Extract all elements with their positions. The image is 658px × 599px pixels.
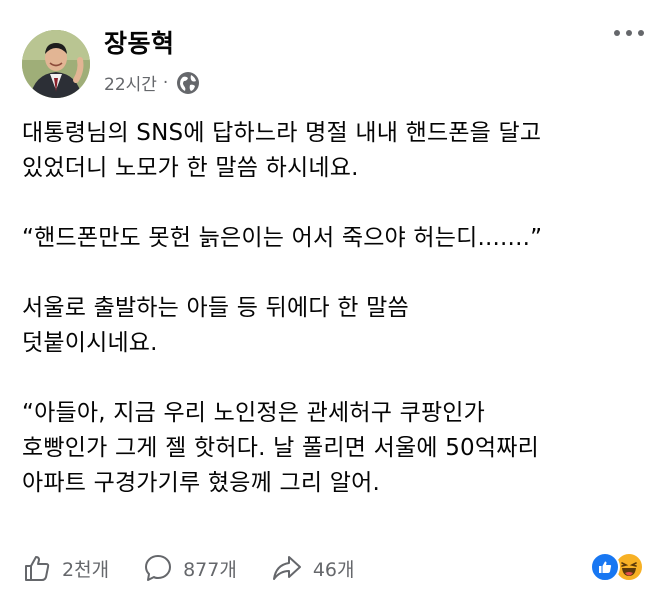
post-header: 장동혁 22시간 · bbox=[22, 14, 644, 98]
like-count: 2천개 bbox=[62, 558, 110, 581]
text-line: 아파트 구경가기루 혔응께 그리 알어. bbox=[22, 470, 380, 496]
comment-icon bbox=[145, 555, 172, 581]
author-name[interactable]: 장동혁 bbox=[104, 24, 175, 60]
like-button[interactable]: 2천개 bbox=[22, 553, 109, 583]
like-icon bbox=[590, 552, 620, 582]
avatar-photo bbox=[22, 30, 90, 98]
comment-count: 877개 bbox=[183, 558, 237, 581]
share-count: 46개 bbox=[312, 558, 355, 581]
thumbs-up-icon bbox=[25, 556, 50, 581]
text-line: “핸드폰만도 못헌 늙은이는 어서 죽으야 허는디.......” bbox=[22, 225, 543, 251]
meta-separator: · bbox=[162, 72, 169, 93]
post-body: 대통령님의 SNS에 답하느라 명절 내내 핸드폰을 달고 있었더니 노모가 한… bbox=[22, 116, 652, 536]
post-meta: 22시간 · bbox=[104, 70, 200, 95]
avatar[interactable] bbox=[22, 30, 90, 98]
post-timestamp[interactable]: 22시간 bbox=[104, 70, 157, 95]
text-line: 덧붙이시네요. bbox=[22, 330, 158, 356]
more-options-icon[interactable] bbox=[614, 28, 644, 38]
paragraph-4: “아들아, 지금 우리 노인정은 관세허구 쿠팡인가 호빵인가 그게 젤 핫허다… bbox=[22, 396, 652, 501]
paragraph-2: “핸드폰만도 못헌 늙은이는 어서 죽으야 허는디.......” bbox=[22, 221, 652, 256]
share-button[interactable]: 46개 bbox=[271, 553, 355, 583]
globe-icon[interactable] bbox=[176, 71, 200, 95]
text-line: 호빵인가 그게 젤 핫허다. 날 풀리면 서울에 50억짜리 bbox=[22, 435, 539, 461]
post-actions: 2천개 877개 46개 bbox=[22, 548, 644, 588]
comment-button[interactable]: 877개 bbox=[143, 553, 237, 583]
share-icon bbox=[272, 556, 301, 580]
text-line: “아들아, 지금 우리 노인정은 관세허구 쿠팡인가 bbox=[22, 400, 486, 426]
reaction-summary[interactable] bbox=[590, 552, 644, 582]
paragraph-1: 대통령님의 SNS에 답하느라 명절 내내 핸드폰을 달고 있었더니 노모가 한… bbox=[22, 116, 652, 186]
text-line: 서울로 출발하는 아들 등 뒤에다 한 말씀 bbox=[22, 295, 409, 321]
text-line: 있었더니 노모가 한 말씀 하시네요. bbox=[22, 155, 359, 181]
text-line: 대통령님의 SNS에 답하느라 명절 내내 핸드폰을 달고 bbox=[22, 120, 542, 146]
paragraph-3: 서울로 출발하는 아들 등 뒤에다 한 말씀 덧붙이시네요. bbox=[22, 291, 652, 361]
